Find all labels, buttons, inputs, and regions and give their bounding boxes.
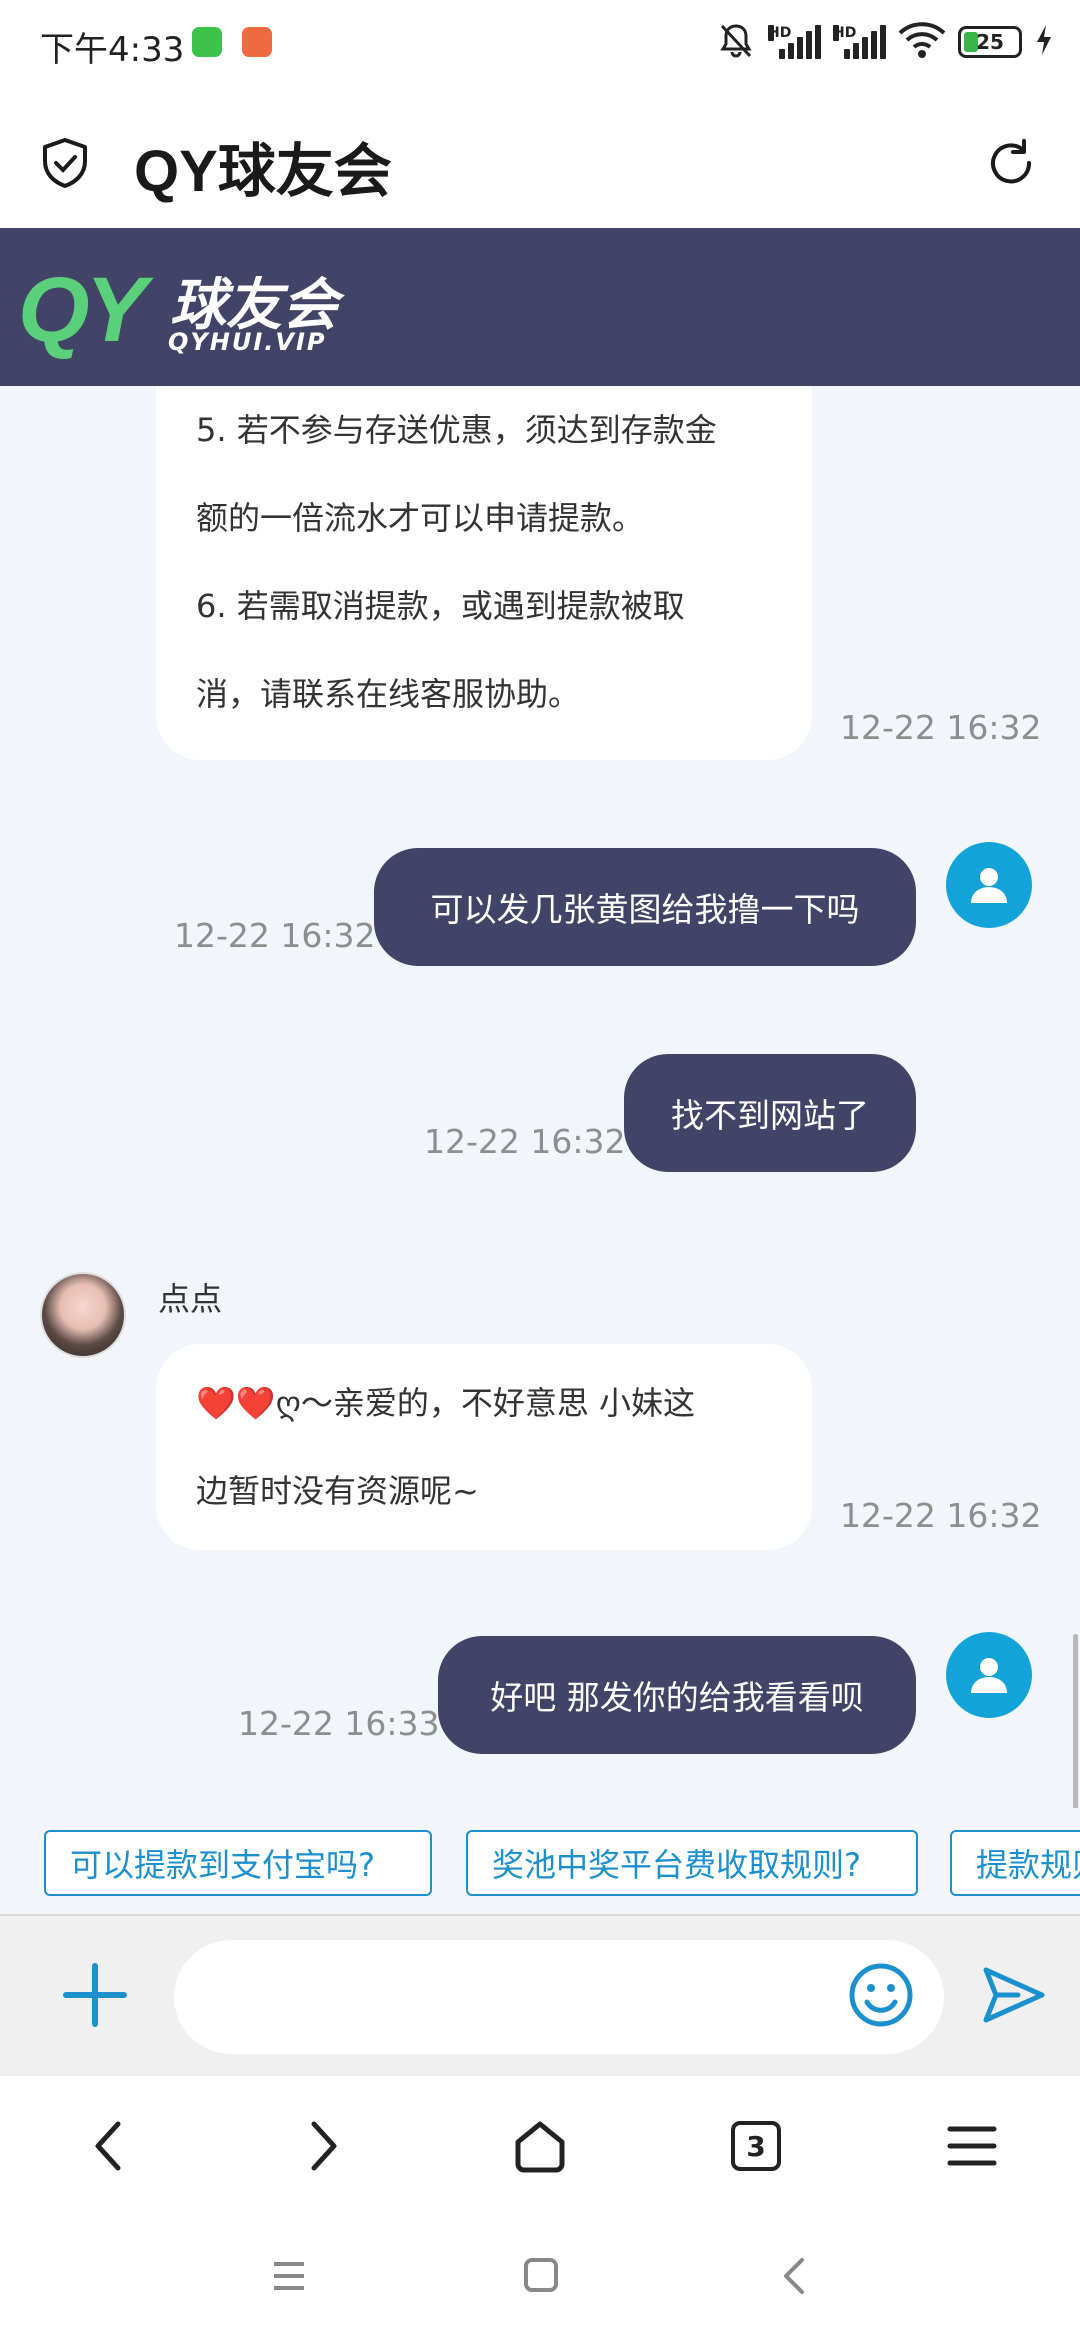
menu-icon[interactable]: [932, 2106, 1012, 2186]
status-time: 下午4:33: [40, 30, 185, 70]
wifi-icon: [898, 21, 946, 63]
signal-2-icon: HD: [833, 25, 886, 59]
shield-app-icon: [192, 27, 222, 57]
chat-scrollbar[interactable]: [1073, 1634, 1078, 1808]
message-timestamp: 12-22 16:33: [238, 1704, 440, 1743]
home-icon[interactable]: [500, 2106, 580, 2186]
message-timestamp: 12-22 16:32: [840, 708, 1042, 747]
battery-icon: 25: [958, 26, 1022, 58]
browser-title-bar: QY球友会: [0, 90, 1080, 228]
message-timestamp: 12-22 16:32: [840, 1496, 1042, 1535]
system-nav-bar: [0, 2212, 1080, 2340]
quick-reply-chip[interactable]: 可以提款到支付宝吗?: [44, 1830, 432, 1896]
browser-nav-bar: 3: [0, 2076, 1080, 2212]
emoji-icon[interactable]: [846, 1960, 916, 2034]
agent-avatar: [40, 1272, 126, 1358]
agent-message-bubble: ❤️❤️ღ～亲爱的，不好意思 小妹这 边暂时没有资源呢~: [156, 1344, 812, 1550]
tab-count: 3: [731, 2121, 781, 2171]
message-line: 额的一倍流水才可以申请提款。: [196, 499, 645, 537]
plus-icon[interactable]: [58, 1958, 132, 2036]
shopping-app-icon: [242, 27, 272, 57]
message-timestamp: 12-22 16:32: [424, 1122, 626, 1161]
signal-1-label: HD: [768, 25, 792, 41]
agent-message-bubble: 5. 若不参与存送优惠，须达到存款金 额的一倍流水才可以申请提款。 6. 若需取…: [156, 386, 812, 760]
message-input[interactable]: [174, 1940, 944, 2054]
message-line: 6. 若需取消提款，或遇到提款被取: [196, 587, 685, 625]
charging-icon: [1034, 23, 1054, 61]
signal-1-icon: HD: [768, 25, 821, 59]
forward-icon[interactable]: [284, 2106, 364, 2186]
quick-reply-chip[interactable]: 提款规则: [950, 1830, 1080, 1896]
message-line: ❤️❤️ღ～亲爱的，不好意思 小妹这: [196, 1384, 696, 1422]
message-line: 消，请联系在线客服协助。: [196, 675, 581, 713]
signal-2-label: HD: [833, 25, 857, 41]
message-line: 边暂时没有资源呢~: [196, 1472, 479, 1510]
message-line: 5. 若不参与存送优惠，须达到存款金: [196, 411, 717, 449]
quick-reply-chip[interactable]: 奖池中奖平台费收取规则?: [466, 1830, 918, 1896]
user-message-bubble: 找不到网站了: [624, 1054, 916, 1172]
quick-replies-bar: 可以提款到支付宝吗? 奖池中奖平台费收取规则? 提款规则: [0, 1808, 1080, 1914]
tabs-icon[interactable]: 3: [716, 2106, 796, 2186]
user-message-bubble: 可以发几张黄图给我撸一下吗: [374, 848, 916, 966]
system-home-icon[interactable]: [522, 2256, 560, 2298]
refresh-icon[interactable]: [984, 136, 1038, 194]
page-title: QY球友会: [134, 139, 392, 204]
system-back-icon[interactable]: [780, 2256, 808, 2300]
battery-level: 25: [976, 30, 1004, 54]
agent-name: 点点: [158, 1280, 223, 1318]
message-input-bar: [0, 1914, 1080, 2076]
chat-area[interactable]: 5. 若不参与存送优惠，须达到存款金 额的一倍流水才可以申请提款。 6. 若需取…: [0, 386, 1080, 1808]
back-icon[interactable]: [68, 2106, 148, 2186]
status-bar: 下午4:33 HD HD 25: [0, 0, 1080, 90]
logo-mark: QY: [18, 259, 147, 361]
user-avatar: [946, 1632, 1032, 1718]
user-icon: [971, 868, 1007, 903]
message-timestamp: 12-22 16:32: [174, 916, 376, 955]
recent-apps-icon[interactable]: [270, 2258, 308, 2298]
user-message-bubble: 好吧 那发你的给我看看呗: [438, 1636, 916, 1754]
send-icon[interactable]: [980, 1962, 1046, 2032]
shield-check-icon[interactable]: [38, 136, 92, 194]
mute-bell-icon: [716, 20, 756, 64]
logo-domain: QYHUI.VIP: [168, 328, 327, 356]
brand-header: QY 球友会 QYHUI.VIP: [0, 228, 1080, 386]
user-icon: [971, 1658, 1007, 1693]
user-avatar: [946, 842, 1032, 928]
